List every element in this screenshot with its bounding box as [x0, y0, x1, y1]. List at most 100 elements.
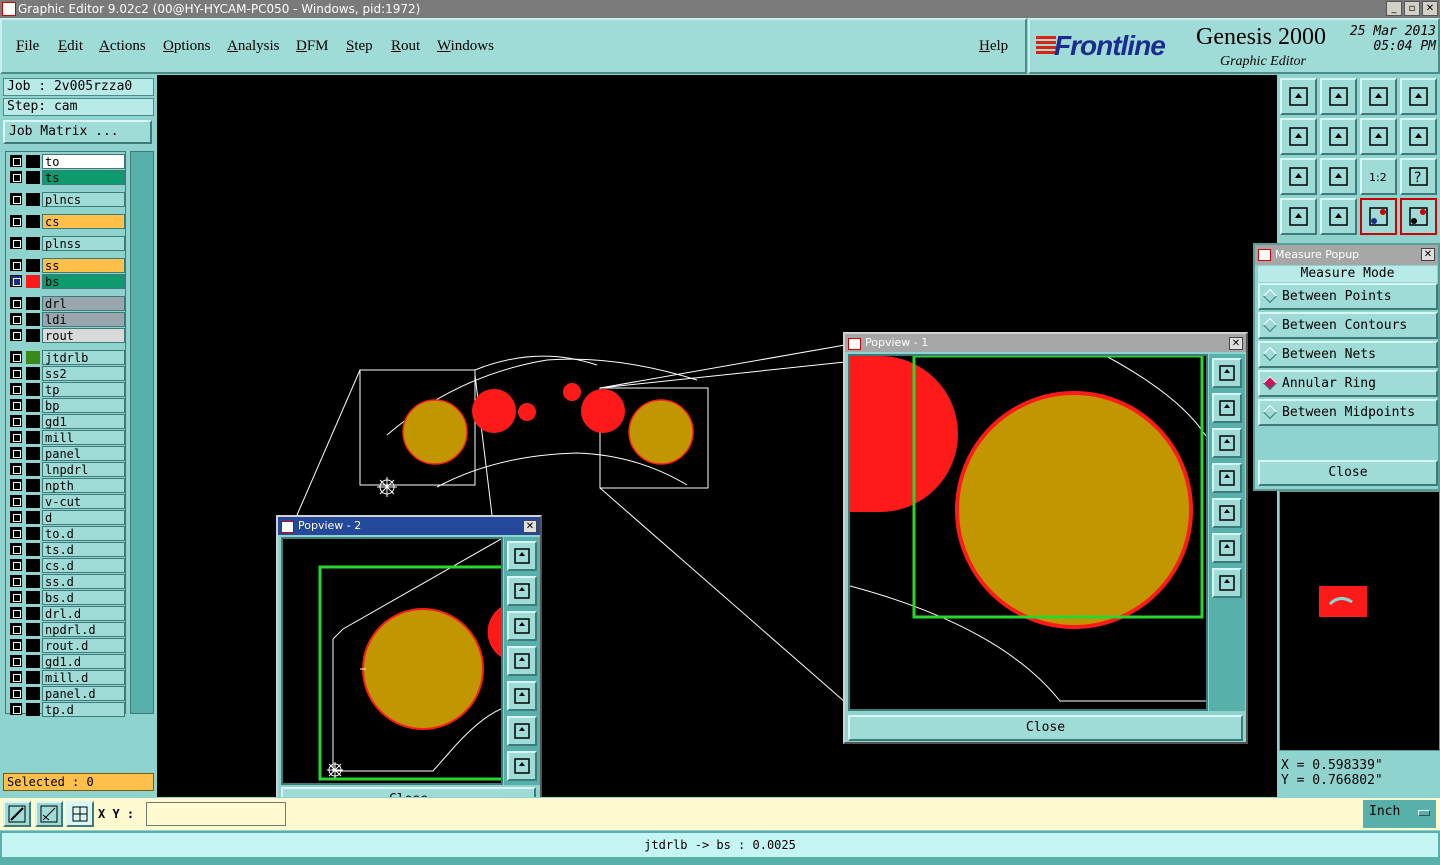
measure-option-between-points[interactable]: Between Points — [1258, 283, 1438, 310]
help-icon[interactable]: ? — [1400, 158, 1437, 195]
layer-name[interactable]: rout.d — [42, 638, 125, 653]
layer-checkbox[interactable] — [10, 313, 22, 325]
layer-checkbox[interactable] — [10, 351, 22, 363]
layer-row-bs[interactable]: bs — [6, 274, 127, 289]
layer-checkbox[interactable] — [10, 237, 22, 249]
job-matrix-button[interactable]: Job Matrix ... — [3, 120, 152, 144]
layer-name[interactable]: cs.d — [42, 558, 125, 573]
popview-1-tool-2-icon[interactable] — [1212, 393, 1242, 423]
popview-1-tool-4-icon[interactable] — [1212, 463, 1242, 493]
layer-name[interactable]: drl.d — [42, 606, 125, 621]
grid-snap-icon[interactable] — [66, 801, 94, 827]
layer-affected-swatch[interactable] — [26, 297, 40, 310]
layer-row-gd1[interactable]: gd1 — [6, 414, 127, 429]
menu-actions[interactable]: Actions — [99, 38, 146, 55]
popview-2-tool-2-icon[interactable] — [507, 576, 537, 606]
menu-dfm[interactable]: DFM — [296, 38, 329, 55]
popview-2-titlebar[interactable]: Popview - 2 ✕ — [278, 517, 540, 535]
net-layers-alt-icon[interactable] — [1400, 198, 1437, 235]
layer-name[interactable]: panel.d — [42, 686, 125, 701]
split-view-icon[interactable] — [1400, 78, 1437, 115]
menu-windows[interactable]: Windows — [437, 38, 494, 55]
menu-step[interactable]: Step — [346, 38, 373, 55]
maximize-button[interactable]: ▫ — [1404, 1, 1420, 16]
layer-row-ts-d[interactable]: ts.d — [6, 542, 127, 557]
layer-name[interactable]: tp.d — [42, 702, 125, 717]
layer-row-ts[interactable]: ts — [6, 170, 127, 185]
pan-up-icon[interactable] — [1280, 78, 1317, 115]
zoom-center-icon[interactable] — [1320, 158, 1357, 195]
popview-1-titlebar[interactable]: Popview - 1 ✕ — [845, 334, 1246, 352]
layer-name[interactable]: bs — [42, 274, 125, 289]
layer-row-bs-d[interactable]: bs.d — [6, 590, 127, 605]
layer-affected-swatch[interactable] — [26, 237, 40, 250]
layer-affected-swatch[interactable] — [26, 399, 40, 412]
layer-name[interactable]: bs.d — [42, 590, 125, 605]
layer-name[interactable]: jtdrlb — [42, 350, 125, 365]
layer-row-bp[interactable]: bp — [6, 398, 127, 413]
menu-file[interactable]: File — [16, 38, 39, 55]
layer-checkbox[interactable] — [10, 399, 22, 411]
close-window-button[interactable]: ✕ — [1422, 1, 1438, 16]
layer-checkbox[interactable] — [10, 495, 22, 507]
layer-affected-swatch[interactable] — [26, 383, 40, 396]
layer-checkbox[interactable] — [10, 671, 22, 683]
layer-affected-swatch[interactable] — [26, 415, 40, 428]
layer-checkbox[interactable] — [10, 193, 22, 205]
popview-1-tool-3-icon[interactable] — [1212, 428, 1242, 458]
layer-checkbox[interactable] — [10, 259, 22, 271]
pan-right-icon[interactable] — [1320, 118, 1357, 155]
units-select[interactable]: Inch — [1363, 800, 1436, 828]
layer-name[interactable]: gd1.d — [42, 654, 125, 669]
layer-row-mill[interactable]: mill — [6, 430, 127, 445]
popview-1-tool-5-icon[interactable] — [1212, 498, 1242, 528]
popview-2-tool-1-icon[interactable] — [507, 541, 537, 571]
layer-name[interactable]: mill.d — [42, 670, 125, 685]
layer-checkbox[interactable] — [10, 655, 22, 667]
layer-checkbox[interactable] — [10, 607, 22, 619]
grid-icon[interactable] — [1320, 198, 1357, 235]
layer-affected-swatch[interactable] — [26, 215, 40, 228]
layer-name[interactable]: ss — [42, 258, 125, 273]
layer-affected-swatch[interactable] — [26, 275, 40, 288]
snap-line-icon[interactable] — [3, 801, 31, 827]
layer-row-ss-d[interactable]: ss.d — [6, 574, 127, 589]
scale-one-to-two-icon[interactable]: 1:2 — [1360, 158, 1397, 195]
tools-icon[interactable] — [1280, 198, 1317, 235]
measure-option-annular-ring[interactable]: Annular Ring — [1258, 370, 1438, 397]
xy-input[interactable] — [146, 802, 286, 826]
layer-row-npth[interactable]: npth — [6, 478, 127, 493]
layer-name[interactable]: panel — [42, 446, 125, 461]
layer-row-panel[interactable]: panel — [6, 446, 127, 461]
layer-name[interactable]: ldi — [42, 312, 125, 327]
layer-affected-swatch[interactable] — [26, 575, 40, 588]
layer-name[interactable]: to.d — [42, 526, 125, 541]
layer-row-to-d[interactable]: to.d — [6, 526, 127, 541]
layer-affected-swatch[interactable] — [26, 687, 40, 700]
layer-row-cs-d[interactable]: cs.d — [6, 558, 127, 573]
popview-2-tool-6-icon[interactable] — [507, 716, 537, 746]
layer-affected-swatch[interactable] — [26, 193, 40, 206]
layer-name[interactable]: ss.d — [42, 574, 125, 589]
layer-list-scrollbar[interactable] — [130, 151, 154, 714]
layer-affected-swatch[interactable] — [26, 431, 40, 444]
layer-affected-swatch[interactable] — [26, 463, 40, 476]
layer-affected-swatch[interactable] — [26, 447, 40, 460]
layer-row-ldi[interactable]: ldi — [6, 312, 127, 327]
layer-affected-swatch[interactable] — [26, 511, 40, 524]
measure-popup-titlebar[interactable]: Measure Popup ✕ — [1255, 245, 1438, 265]
layer-affected-swatch[interactable] — [26, 671, 40, 684]
popview-1-tool-6-icon[interactable] — [1212, 533, 1242, 563]
layer-affected-swatch[interactable] — [26, 367, 40, 380]
measure-option-between-nets[interactable]: Between Nets — [1258, 341, 1438, 368]
layer-checkbox[interactable] — [10, 367, 22, 379]
measure-popup-close-icon[interactable]: ✕ — [1421, 248, 1435, 261]
layer-checkbox[interactable] — [10, 383, 22, 395]
layer-affected-swatch[interactable] — [26, 495, 40, 508]
layer-checkbox[interactable] — [10, 527, 22, 539]
layer-name[interactable]: drl — [42, 296, 125, 311]
layer-row-npdrl-d[interactable]: npdrl.d — [6, 622, 127, 637]
snap-diagonal-icon[interactable] — [35, 801, 63, 827]
layer-name[interactable]: ss2 — [42, 366, 125, 381]
layer-checkbox[interactable] — [10, 639, 22, 651]
